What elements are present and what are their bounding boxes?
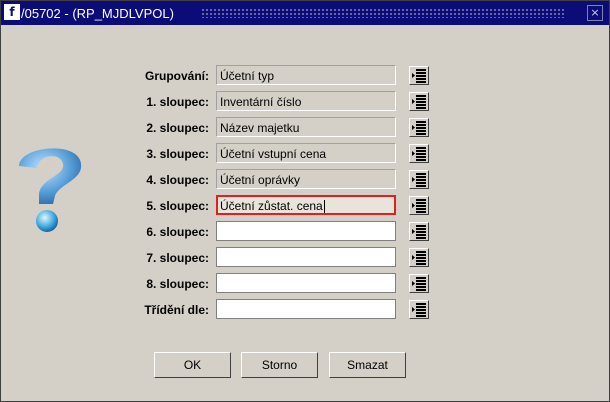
storno-button[interactable]: Storno	[241, 352, 318, 378]
sloupec-3-list-button[interactable]	[409, 144, 429, 163]
sloupec-5-label: 5. sloupec:	[146, 199, 209, 213]
trideni-field[interactable]	[216, 299, 396, 319]
trideni-label: Třídění dle:	[144, 303, 209, 317]
sloupec-5-field[interactable]: Účetní zůstat. cena	[216, 195, 396, 215]
grupovani-list-button[interactable]	[409, 66, 429, 85]
trideni-list-button[interactable]	[409, 300, 429, 319]
sloupec-7-list-button[interactable]	[409, 248, 429, 267]
sloupec-5-value: Účetní zůstat. cena	[220, 199, 323, 213]
app-icon: f	[4, 4, 20, 20]
sloupec-4-value: Účetní oprávky	[220, 173, 301, 187]
grupovani-value: Účetní typ	[220, 69, 275, 83]
list-icon	[412, 173, 426, 187]
sloupec-1-label: 1. sloupec:	[146, 95, 209, 109]
list-icon	[412, 199, 426, 213]
sloupec-8-field[interactable]	[216, 273, 396, 293]
list-icon	[412, 251, 426, 265]
sloupec-2-value: Název majetku	[220, 121, 300, 135]
sloupec-4-list-button[interactable]	[409, 170, 429, 189]
sloupec-2-label: 2. sloupec:	[146, 121, 209, 135]
sloupec-8-label: 8. sloupec:	[146, 277, 209, 291]
sloupec-3-value: Účetní vstupní cena	[220, 147, 327, 161]
sloupec-6-list-button[interactable]	[409, 222, 429, 241]
sloupec-1-list-button[interactable]	[409, 92, 429, 111]
title-bar[interactable]: f /05702 - (RP_MJDLVPOL) ×	[1, 1, 609, 25]
sloupec-4-field[interactable]: Účetní oprávky	[216, 169, 396, 189]
grupovani-field[interactable]: Účetní typ	[216, 65, 396, 85]
sloupec-4-label: 4. sloupec:	[146, 173, 209, 187]
grupovani-label: Grupování:	[144, 69, 209, 83]
window-title: /05702 - (RP_MJDLVPOL)	[21, 6, 174, 21]
sloupec-3-field[interactable]: Účetní vstupní cena	[216, 143, 396, 163]
sloupec-6-field[interactable]	[216, 221, 396, 241]
close-icon[interactable]: ×	[587, 5, 603, 21]
list-icon	[412, 277, 426, 291]
sloupec-2-field[interactable]: Název majetku	[216, 117, 396, 137]
sloupec-3-label: 3. sloupec:	[146, 147, 209, 161]
text-caret	[323, 200, 325, 213]
sloupec-5-list-button[interactable]	[409, 196, 429, 215]
sloupec-1-value: Inventární číslo	[220, 95, 302, 109]
ok-button[interactable]: OK	[154, 352, 231, 378]
sloupec-7-field[interactable]	[216, 247, 396, 267]
list-icon	[412, 121, 426, 135]
sloupec-1-field[interactable]: Inventární číslo	[216, 91, 396, 111]
title-bar-pattern	[201, 8, 565, 18]
list-icon	[412, 225, 426, 239]
smazat-button[interactable]: Smazat	[329, 352, 406, 378]
list-icon	[412, 303, 426, 317]
sloupec-7-label: 7. sloupec:	[146, 251, 209, 265]
question-mark-icon	[19, 148, 82, 232]
list-icon	[412, 147, 426, 161]
sloupec-8-list-button[interactable]	[409, 274, 429, 293]
list-icon	[412, 95, 426, 109]
sloupec-2-list-button[interactable]	[409, 118, 429, 137]
dialog-window: f /05702 - (RP_MJDLVPOL) × Grupování: Úče…	[0, 0, 610, 402]
list-icon	[412, 69, 426, 83]
sloupec-6-label: 6. sloupec:	[146, 225, 209, 239]
